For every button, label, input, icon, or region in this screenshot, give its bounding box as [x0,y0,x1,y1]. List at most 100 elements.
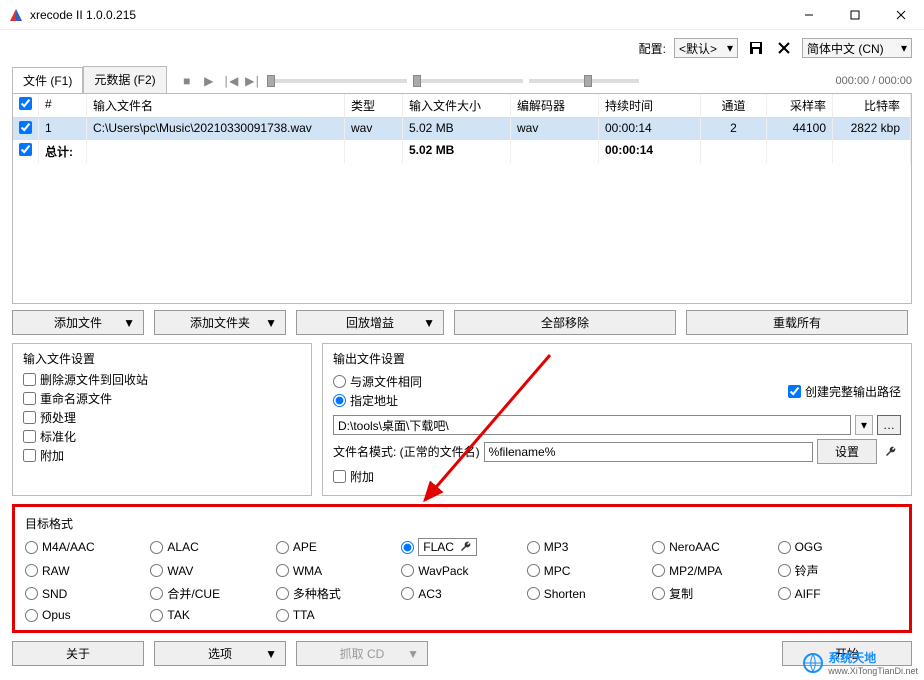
format-alac[interactable]: ALAC [150,538,271,556]
format-radio[interactable] [276,564,289,577]
volume-slider[interactable] [413,79,523,83]
format-wavpack[interactable]: WavPack [401,562,522,579]
format-opus[interactable]: Opus [25,608,146,622]
format-radio[interactable] [150,564,163,577]
path-history-dropdown[interactable]: ▾ [855,415,873,435]
format-radio[interactable] [527,587,540,600]
format-radio[interactable] [276,587,289,600]
col-ch[interactable]: 通道 [701,94,767,117]
pattern-settings-button[interactable]: 设置 [817,439,877,464]
format-radio[interactable] [150,541,163,554]
table-row[interactable]: 1 C:\Users\pc\Music\20210330091738.wav w… [13,118,911,140]
col-codec[interactable]: 编解码器 [511,94,599,117]
reload-all-button[interactable]: 重载所有 [686,310,908,335]
format-aiff[interactable]: AIFF [778,585,899,602]
format-radio[interactable] [25,564,38,577]
format-radio[interactable] [652,587,665,600]
create-full-path-checkbox[interactable] [788,385,801,398]
format-[interactable]: 复制 [652,585,773,602]
format-radio[interactable] [778,541,791,554]
table-body[interactable]: 1 C:\Users\pc\Music\20210330091738.wav w… [13,118,911,303]
format-radio[interactable] [25,541,38,554]
format-shorten[interactable]: Shorten [527,585,648,602]
format-radio[interactable] [401,587,414,600]
output-path-input[interactable] [333,415,851,435]
format-radio[interactable] [276,609,289,622]
specify-path-radio[interactable] [333,394,346,407]
rename-source-checkbox[interactable] [23,392,36,405]
format-[interactable]: 铃声 [778,562,899,579]
save-config-button[interactable] [746,38,766,58]
add-folder-button[interactable]: 添加文件夹▼ [154,310,286,335]
format-cue[interactable]: 合并/CUE [150,585,271,602]
add-file-button[interactable]: 添加文件▼ [12,310,144,335]
delete-config-button[interactable] [774,38,794,58]
format-radio[interactable] [276,541,289,554]
language-select[interactable]: 简体中文 (CN) ▾ [802,38,912,58]
balance-slider[interactable] [529,79,639,83]
format-wma[interactable]: WMA [276,562,397,579]
filename-pattern-input[interactable] [484,442,813,462]
col-type[interactable]: 类型 [345,94,403,117]
format-tta[interactable]: TTA [276,608,397,622]
seek-slider[interactable] [267,79,407,83]
format-mp2mpa[interactable]: MP2/MPA [652,562,773,579]
options-button[interactable]: 选项▼ [154,641,286,666]
format-ogg[interactable]: OGG [778,538,899,556]
format-radio[interactable] [25,587,38,600]
col-size[interactable]: 输入文件大小 [403,94,511,117]
col-br[interactable]: 比特率 [833,94,911,117]
format-radio[interactable] [778,587,791,600]
wrench-icon[interactable] [881,442,901,462]
format-radio[interactable] [527,541,540,554]
col-name[interactable]: 输入文件名 [87,94,345,117]
col-sr[interactable]: 采样率 [767,94,833,117]
config-select[interactable]: <默认> ▾ [674,38,738,58]
prev-button[interactable]: ∣◀ [223,73,239,89]
normalize-checkbox[interactable] [23,430,36,443]
format-mp3[interactable]: MP3 [527,538,648,556]
replay-gain-button[interactable]: 回放增益▼ [296,310,444,335]
format-flac[interactable]: FLAC [401,538,522,556]
format-radio[interactable] [25,609,38,622]
format-tak[interactable]: TAK [150,608,271,622]
wrench-icon[interactable] [460,541,472,553]
attach-output-checkbox[interactable] [333,470,346,483]
format-radio[interactable] [652,541,665,554]
close-button[interactable] [878,0,924,30]
about-button[interactable]: 关于 [12,641,144,666]
format-wav[interactable]: WAV [150,562,271,579]
format-ape[interactable]: APE [276,538,397,556]
col-num[interactable]: # [39,94,87,117]
format-radio[interactable] [150,609,163,622]
row-checkbox[interactable] [19,143,32,156]
format-radio[interactable] [527,564,540,577]
same-as-source-radio[interactable] [333,375,346,388]
browse-button[interactable]: … [877,415,901,435]
next-button[interactable]: ▶∣ [245,73,261,89]
format-ac3[interactable]: AC3 [401,585,522,602]
format-radio[interactable] [401,564,414,577]
format-radio[interactable] [401,541,414,554]
play-button[interactable]: ▶ [201,73,217,89]
format-radio[interactable] [652,564,665,577]
format-radio[interactable] [778,564,791,577]
tab-metadata[interactable]: 元数据 (F2) [83,66,166,93]
format-m4aaac[interactable]: M4A/AAC [25,538,146,556]
row-checkbox[interactable] [19,121,32,134]
format-neroaac[interactable]: NeroAAC [652,538,773,556]
remove-all-button[interactable]: 全部移除 [454,310,676,335]
attach-input-checkbox[interactable] [23,449,36,462]
minimize-button[interactable] [786,0,832,30]
format-raw[interactable]: RAW [25,562,146,579]
col-checkbox[interactable] [13,94,39,117]
format-snd[interactable]: SND [25,585,146,602]
preprocess-checkbox[interactable] [23,411,36,424]
format-mpc[interactable]: MPC [527,562,648,579]
stop-button[interactable]: ■ [179,73,195,89]
format-[interactable]: 多种格式 [276,585,397,602]
delete-to-recycle-checkbox[interactable] [23,373,36,386]
tab-files[interactable]: 文件 (F1) [12,67,83,94]
maximize-button[interactable] [832,0,878,30]
rip-cd-button[interactable]: 抓取 CD▼ [296,641,428,666]
